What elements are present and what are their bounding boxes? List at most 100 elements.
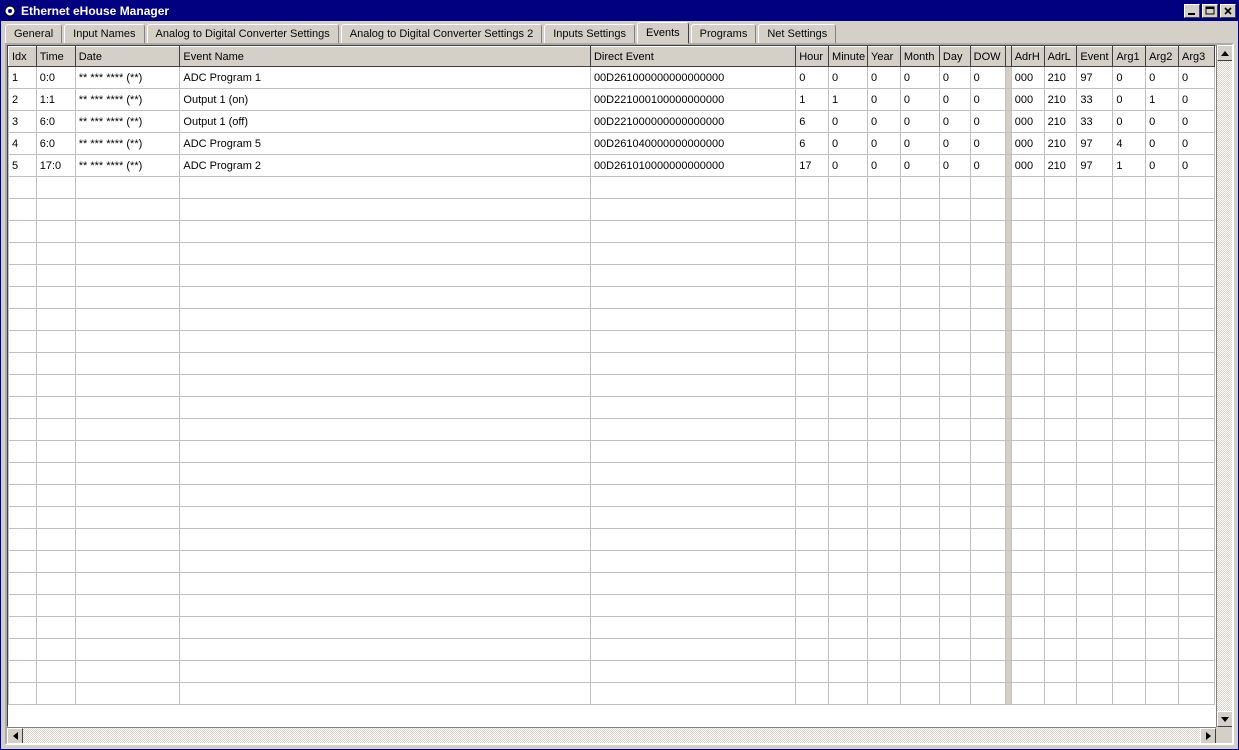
cell-direct_event[interactable]: 00D261000000000000000	[590, 67, 795, 89]
cell-empty[interactable]	[829, 331, 868, 353]
cell-empty[interactable]	[829, 507, 868, 529]
cell-empty[interactable]	[1077, 639, 1113, 661]
cell-empty[interactable]	[1146, 617, 1179, 639]
cell-empty[interactable]	[36, 353, 75, 375]
cell-adrl[interactable]: 210	[1044, 155, 1077, 177]
cell-empty[interactable]	[36, 485, 75, 507]
cell-empty[interactable]	[75, 463, 180, 485]
cell-empty[interactable]	[900, 243, 939, 265]
tab-events[interactable]: Events	[637, 22, 689, 44]
table-row[interactable]	[9, 177, 1215, 199]
minimize-button[interactable]	[1184, 4, 1200, 18]
cell-empty[interactable]	[1113, 529, 1146, 551]
cell-empty[interactable]	[590, 243, 795, 265]
cell-arg1[interactable]: 0	[1113, 111, 1146, 133]
cell-empty[interactable]	[1113, 375, 1146, 397]
cell-empty[interactable]	[796, 221, 829, 243]
cell-empty[interactable]	[180, 265, 591, 287]
table-row[interactable]	[9, 353, 1215, 375]
table-row[interactable]	[9, 595, 1215, 617]
cell-empty[interactable]	[796, 265, 829, 287]
table-row[interactable]	[9, 287, 1215, 309]
cell-empty[interactable]	[900, 551, 939, 573]
cell-direct_event[interactable]: 00D261040000000000000	[590, 133, 795, 155]
cell-empty[interactable]	[36, 265, 75, 287]
cell-empty[interactable]	[1146, 595, 1179, 617]
cell-empty[interactable]	[590, 265, 795, 287]
cell-arg1[interactable]: 0	[1113, 67, 1146, 89]
cell-empty[interactable]	[1179, 485, 1215, 507]
cell-empty[interactable]	[939, 485, 970, 507]
cell-empty[interactable]	[9, 595, 37, 617]
cell-empty[interactable]	[1011, 485, 1044, 507]
cell-empty[interactable]	[75, 617, 180, 639]
cell-arg2[interactable]: 0	[1146, 133, 1179, 155]
cell-empty[interactable]	[868, 507, 901, 529]
cell-date[interactable]: ** *** **** (**)	[75, 155, 180, 177]
cell-empty[interactable]	[970, 683, 1005, 705]
cell-empty[interactable]	[829, 595, 868, 617]
cell-day[interactable]: 0	[939, 111, 970, 133]
cell-empty[interactable]	[900, 221, 939, 243]
tab-analog-to-digital-converter-settings-2[interactable]: Analog to Digital Converter Settings 2	[341, 24, 542, 43]
cell-empty[interactable]	[1179, 177, 1215, 199]
cell-empty[interactable]	[590, 287, 795, 309]
table-row[interactable]	[9, 331, 1215, 353]
cell-idx[interactable]: 3	[9, 111, 37, 133]
cell-empty[interactable]	[796, 353, 829, 375]
cell-empty[interactable]	[590, 375, 795, 397]
header-direct_event[interactable]: Direct Event	[590, 47, 795, 67]
cell-empty[interactable]	[900, 199, 939, 221]
cell-empty[interactable]	[36, 617, 75, 639]
cell-empty[interactable]	[970, 529, 1005, 551]
cell-empty[interactable]	[1113, 397, 1146, 419]
cell-empty[interactable]	[75, 507, 180, 529]
cell-empty[interactable]	[900, 309, 939, 331]
cell-hour[interactable]: 0	[796, 67, 829, 89]
cell-idx[interactable]: 5	[9, 155, 37, 177]
cell-empty[interactable]	[1113, 177, 1146, 199]
table-row[interactable]	[9, 639, 1215, 661]
cell-empty[interactable]	[796, 243, 829, 265]
cell-empty[interactable]	[1113, 551, 1146, 573]
table-row[interactable]: 10:0** *** **** (**)ADC Program 100D2610…	[9, 67, 1215, 89]
header-year[interactable]: Year	[868, 47, 901, 67]
table-row[interactable]	[9, 265, 1215, 287]
cell-adrl[interactable]: 210	[1044, 89, 1077, 111]
cell-empty[interactable]	[1077, 507, 1113, 529]
cell-empty[interactable]	[868, 397, 901, 419]
cell-empty[interactable]	[868, 331, 901, 353]
cell-empty[interactable]	[1179, 551, 1215, 573]
cell-empty[interactable]	[868, 353, 901, 375]
cell-empty[interactable]	[180, 661, 591, 683]
cell-idx[interactable]: 4	[9, 133, 37, 155]
cell-empty[interactable]	[939, 419, 970, 441]
header-day[interactable]: Day	[939, 47, 970, 67]
cell-empty[interactable]	[1011, 221, 1044, 243]
cell-empty[interactable]	[1113, 507, 1146, 529]
cell-empty[interactable]	[868, 265, 901, 287]
scroll-up-button[interactable]	[1217, 45, 1233, 61]
cell-empty[interactable]	[1044, 595, 1077, 617]
cell-empty[interactable]	[1146, 243, 1179, 265]
vertical-scroll-track[interactable]	[1217, 61, 1232, 711]
cell-empty[interactable]	[970, 507, 1005, 529]
cell-empty[interactable]	[1179, 573, 1215, 595]
cell-empty[interactable]	[829, 265, 868, 287]
cell-year[interactable]: 0	[868, 67, 901, 89]
cell-empty[interactable]	[900, 287, 939, 309]
cell-event_name[interactable]: ADC Program 5	[180, 133, 591, 155]
table-row[interactable]	[9, 243, 1215, 265]
cell-empty[interactable]	[939, 309, 970, 331]
cell-empty[interactable]	[36, 683, 75, 705]
cell-empty[interactable]	[868, 617, 901, 639]
cell-empty[interactable]	[9, 507, 37, 529]
cell-dow[interactable]: 0	[970, 155, 1005, 177]
cell-event[interactable]: 33	[1077, 89, 1113, 111]
cell-empty[interactable]	[180, 331, 591, 353]
cell-empty[interactable]	[1146, 529, 1179, 551]
cell-empty[interactable]	[868, 221, 901, 243]
cell-empty[interactable]	[900, 595, 939, 617]
cell-arg3[interactable]: 0	[1179, 155, 1215, 177]
cell-empty[interactable]	[180, 617, 591, 639]
